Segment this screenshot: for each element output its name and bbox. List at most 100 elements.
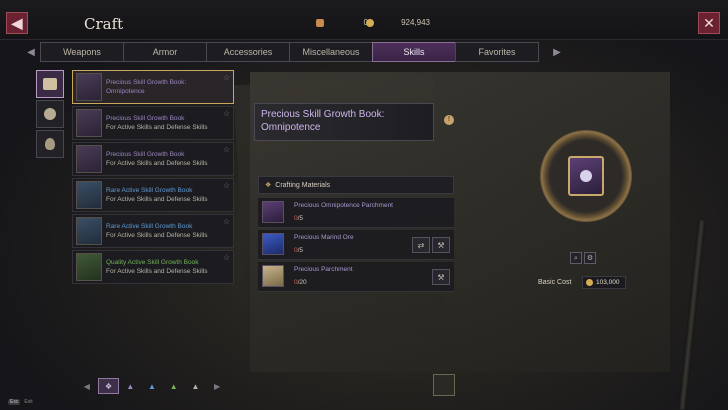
currency-secondary: 924,943 bbox=[366, 18, 430, 27]
grade-next-arrow[interactable]: ▶ bbox=[206, 378, 228, 394]
close-icon: ✕ bbox=[703, 14, 715, 31]
recipe-sub: For Active Skills and Defense Skills bbox=[106, 232, 208, 239]
tab-skills[interactable]: Skills bbox=[372, 42, 456, 62]
favorite-star-icon[interactable]: ☆ bbox=[223, 253, 230, 262]
recipe-name: Precious Skill Growth Book: bbox=[106, 79, 187, 86]
exchange-button[interactable]: ⇄ bbox=[412, 237, 430, 253]
material-row[interactable]: Precious Omnipotence Parchment 0/5 bbox=[258, 198, 454, 228]
grade-filter-quality[interactable]: ▲ bbox=[163, 378, 185, 394]
craft-material-button[interactable]: ⚒ bbox=[432, 237, 450, 253]
recipe-item[interactable]: Rare Active Skill Growth Book For Active… bbox=[72, 178, 234, 212]
exchange-icon: ⇄ bbox=[417, 240, 425, 250]
recipe-item[interactable]: Precious Skill Growth Book For Active Sk… bbox=[72, 142, 234, 176]
scroll-icon bbox=[262, 265, 284, 287]
craft-material-button[interactable]: ⚒ bbox=[432, 269, 450, 285]
recipe-item[interactable]: Precious Skill Growth Book: Omnipotence … bbox=[72, 70, 234, 104]
favorite-star-icon[interactable]: ☆ bbox=[223, 181, 230, 190]
grade-filter-common[interactable]: ▲ bbox=[185, 378, 207, 394]
material-name: Precious Parchment bbox=[294, 266, 353, 273]
pouch-category-button[interactable] bbox=[36, 130, 64, 158]
currency-primary: 0 bbox=[316, 18, 368, 27]
material-row[interactable]: Precious Parchment 0/20 ⚒ bbox=[258, 262, 454, 292]
recipe-name: Quality Active Skill Growth Book bbox=[106, 259, 199, 266]
favorite-star-icon[interactable]: ☆ bbox=[223, 145, 230, 154]
recipe-sub: For Active Skills and Defense Skills bbox=[106, 124, 208, 131]
tab-armor[interactable]: Armor bbox=[123, 42, 207, 62]
material-name: Precious Marind Ore bbox=[294, 234, 354, 241]
skill-book-icon bbox=[76, 73, 102, 101]
tab-favorites[interactable]: Favorites bbox=[455, 42, 539, 62]
gem-icon bbox=[44, 108, 56, 120]
recipe-sub: For Active Skills and Defense Skills bbox=[106, 196, 208, 203]
key-hint: Esc Exit bbox=[8, 399, 33, 405]
skill-book-icon bbox=[76, 217, 102, 245]
recipe-sub: For Active Skills and Defense Skills bbox=[106, 160, 208, 167]
basic-cost-box: 103,000 bbox=[582, 276, 626, 289]
close-button[interactable]: ✕ bbox=[698, 12, 720, 34]
book-category-button[interactable] bbox=[36, 70, 64, 98]
skill-book-icon bbox=[76, 181, 102, 209]
pouch-icon bbox=[45, 138, 55, 150]
tab-prev-arrow[interactable]: ◀ bbox=[22, 42, 40, 62]
tab-miscellaneous[interactable]: Miscellaneous bbox=[289, 42, 373, 62]
grade-filter-all[interactable]: ❖ bbox=[97, 378, 120, 394]
grade-filter-rare[interactable]: ▲ bbox=[141, 378, 163, 394]
currency-primary-value: 0 bbox=[328, 18, 368, 27]
hammer-icon: ⚒ bbox=[437, 272, 445, 282]
recipe-sub: Omnipotence bbox=[106, 88, 145, 95]
recipe-sub: For Active Skills and Defense Skills bbox=[106, 268, 208, 275]
item-title: Precious Skill Growth Book: Omnipotence bbox=[261, 108, 421, 134]
tab-weapons[interactable]: Weapons bbox=[40, 42, 124, 62]
page-title: Craft bbox=[84, 15, 124, 33]
parchment-icon bbox=[262, 201, 284, 223]
recipe-list: Precious Skill Growth Book: Omnipotence … bbox=[72, 70, 234, 286]
tab-next-arrow[interactable]: ▶ bbox=[548, 42, 566, 62]
recipe-name: Rare Active Skill Growth Book bbox=[106, 187, 193, 194]
favorite-star-icon[interactable]: ☆ bbox=[223, 217, 230, 226]
grade-filter-bar: ◀ ❖ ▲ ▲ ▲ ▲ ▶ bbox=[76, 378, 228, 394]
grade-filter-precious[interactable]: ▲ bbox=[119, 378, 141, 394]
subcategory-strip bbox=[36, 70, 68, 160]
back-arrow-icon: ◀ bbox=[11, 14, 23, 31]
book-icon bbox=[43, 78, 57, 90]
esc-key: Esc bbox=[8, 399, 21, 405]
diamond-icon: ❖ bbox=[265, 182, 272, 189]
ticket-icon bbox=[316, 18, 324, 27]
category-tabs: Weapons Armor Accessories Miscellaneous … bbox=[40, 42, 588, 62]
basic-cost-value: 103,000 bbox=[596, 279, 620, 286]
material-name: Precious Omnipotence Parchment bbox=[294, 202, 393, 209]
material-count: 0/5 bbox=[294, 247, 304, 254]
favorite-star-icon[interactable]: ☆ bbox=[223, 109, 230, 118]
ore-icon bbox=[262, 233, 284, 255]
tab-accessories[interactable]: Accessories bbox=[206, 42, 290, 62]
coin-icon bbox=[366, 18, 374, 27]
recipe-item[interactable]: Quality Active Skill Growth Book For Act… bbox=[72, 250, 234, 284]
hammer-icon: ⚒ bbox=[437, 240, 445, 250]
preview-icon[interactable]: ⌕ bbox=[570, 252, 582, 264]
craft-item-slot[interactable] bbox=[433, 374, 455, 396]
item-title-line2: Omnipotence bbox=[261, 122, 321, 133]
skill-book-icon bbox=[568, 156, 604, 196]
recipe-item[interactable]: Rare Active Skill Growth Book For Active… bbox=[72, 214, 234, 248]
exit-label: Exit bbox=[24, 399, 33, 405]
coin-icon bbox=[586, 279, 593, 286]
material-count: 0/5 bbox=[294, 215, 304, 222]
material-row[interactable]: Precious Marind Ore 0/5 ⇄ ⚒ bbox=[258, 230, 454, 260]
skill-book-icon bbox=[76, 145, 102, 173]
recipe-item[interactable]: Precious Skill Growth Book For Active Sk… bbox=[72, 106, 234, 140]
skill-book-icon bbox=[76, 109, 102, 137]
materials-header-label: Crafting Materials bbox=[275, 181, 331, 189]
material-count: 0/20 bbox=[294, 279, 307, 286]
back-button[interactable]: ◀ bbox=[6, 12, 28, 34]
grade-prev-arrow[interactable]: ◀ bbox=[76, 378, 98, 394]
gem-category-button[interactable] bbox=[36, 100, 64, 128]
favorite-star-icon[interactable]: ☆ bbox=[223, 73, 230, 82]
currency-secondary-value: 924,943 bbox=[401, 18, 430, 27]
settings-icon[interactable]: ⚙ bbox=[584, 252, 596, 264]
recipe-name: Precious Skill Growth Book bbox=[106, 151, 185, 158]
recipe-name: Rare Active Skill Growth Book bbox=[106, 223, 193, 230]
info-icon[interactable]: ! bbox=[444, 115, 454, 125]
item-title-line1: Precious Skill Growth Book: bbox=[261, 109, 385, 120]
basic-cost-label: Basic Cost bbox=[538, 279, 572, 286]
materials-header: ❖ Crafting Materials bbox=[258, 176, 454, 194]
